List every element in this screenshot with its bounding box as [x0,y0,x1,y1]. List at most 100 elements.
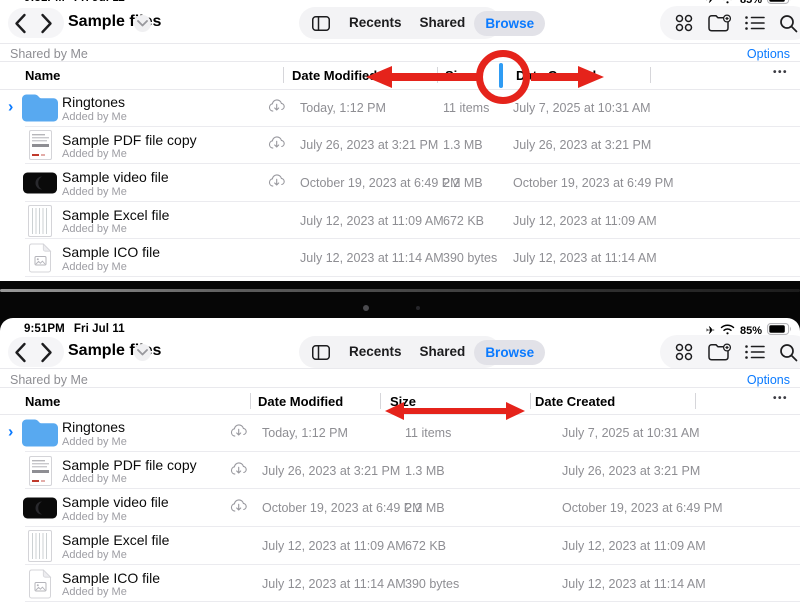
status-date: Fri Jul 11 [74,323,125,335]
more-columns-button[interactable]: ••• [773,393,788,404]
status-date: Fri Jul 11 [74,0,125,4]
options-link[interactable]: Options [747,47,790,61]
new-folder-icon[interactable] [708,14,731,33]
options-link[interactable]: Options [747,373,790,387]
file-name[interactable]: Sample PDF file copy [62,457,197,473]
date-created-cell: July 7, 2025 at 10:31 AM [562,426,700,440]
file-name[interactable]: Sample video file [62,169,169,185]
sidebar-toggle-icon[interactable] [312,16,330,31]
status-time: 9:51PM [24,323,65,335]
column-header-modified[interactable]: Date Modified [258,394,343,409]
file-subtitle: Added by Me [62,223,127,235]
table-row[interactable]: Sample Excel fileAdded by MeJuly 12, 202… [0,527,800,565]
divider-line [0,368,800,369]
cloud-download-icon[interactable] [268,136,285,155]
cloud-download-icon[interactable] [268,173,285,192]
column-divider[interactable] [283,67,284,83]
size-cell: 390 bytes [443,251,497,265]
column-header-name[interactable]: Name [25,68,60,83]
sidebar-toggle-icon[interactable] [312,345,330,360]
tab-browse[interactable]: Browse [474,340,545,365]
size-cell: 11 items [443,101,489,115]
list-view-icon[interactable] [745,15,765,31]
table-row[interactable]: Sample PDF file copyAdded by MeJuly 26, … [0,452,800,490]
table-row[interactable]: Sample video fileAdded by MeOctober 19, … [0,164,800,202]
search-icon[interactable] [779,14,798,33]
date-modified-cell: Today, 1:12 PM [262,426,348,440]
cloud-download-icon[interactable] [230,461,247,480]
tab-shared[interactable]: Shared [411,336,475,368]
annotation-arrow-right [578,66,604,88]
forward-button[interactable] [40,13,53,39]
file-subtitle: Added by Me [62,436,127,448]
file-name[interactable]: Sample PDF file copy [62,132,197,148]
column-header-name[interactable]: Name [25,394,60,409]
size-cell: 672 KB [443,214,484,228]
annotation-arrow-right-shaft [531,73,580,81]
file-name[interactable]: Sample ICO file [62,244,160,260]
file-name[interactable]: Ringtones [62,419,125,435]
file-subtitle: Added by Me [62,511,127,523]
search-icon[interactable] [779,343,798,362]
column-divider[interactable] [250,393,251,409]
file-subtitle: Added by Me [62,586,127,598]
table-row[interactable]: Sample Excel fileAdded by Me July 12, 202… [0,202,800,240]
cloud-download-icon[interactable] [230,423,247,442]
cloud-download-icon[interactable] [268,98,285,117]
file-name[interactable]: Sample Excel file [62,207,169,223]
size-cell: 672 KB [405,539,446,553]
column-header-created[interactable]: Date Created [535,394,615,409]
file-name[interactable]: Sample Excel file [62,532,169,548]
chevron-down-icon[interactable] [134,15,151,32]
table-row[interactable]: Sample ICO fileAdded by MeJuly 12, 2023 … [0,565,800,603]
files-app-before: 9:51PMFri Jul 11 ✈ 85% Sample files Rece… [0,0,800,281]
video-file-icon [21,498,59,519]
file-name[interactable]: Sample ICO file [62,570,160,586]
size-cell: 1.3 MB [405,464,445,478]
tab-recents[interactable]: Recents [340,7,411,39]
table-row[interactable]: Sample ICO fileAdded by MeJuly 12, 2023 … [0,239,800,277]
annotation-circle-drag-handle [476,50,530,104]
column-divider[interactable] [695,393,696,409]
circles-grid-icon[interactable] [674,13,694,33]
back-button[interactable] [14,13,27,39]
disclosure-chevron-icon[interactable]: › [8,99,13,115]
forward-button[interactable] [40,342,53,368]
disclosure-chevron-icon[interactable]: › [8,424,13,440]
list-view-icon[interactable] [745,344,765,360]
column-header-modified[interactable]: Date Modified [292,68,377,83]
back-button[interactable] [14,342,27,368]
circles-grid-icon[interactable] [674,342,694,362]
tab-shared[interactable]: Shared [411,7,475,39]
cloud-download-icon[interactable] [230,499,247,518]
toolbar [660,6,800,40]
ico-file-icon [21,244,59,273]
table-row[interactable]: Sample PDF file copyAdded by MeJuly 26, … [0,127,800,165]
annotation-resize-arrow-right [506,402,525,420]
new-folder-icon[interactable] [708,343,731,362]
shared-by-label: Shared by Me [10,373,88,387]
chevron-down-icon[interactable] [134,344,151,361]
date-modified-cell: July 12, 2023 at 11:09 AM [300,214,444,228]
file-name[interactable]: Sample video file [62,494,169,510]
column-divider[interactable] [650,67,651,83]
file-subtitle: Added by Me [62,111,127,123]
navigation-bar: Sample files Recents Shared Browse [0,6,800,40]
file-subtitle: Added by Me [62,186,127,198]
tab-recents[interactable]: Recents [340,336,411,368]
toolbar [660,335,800,369]
date-modified-cell: July 26, 2023 at 3:21 PM [300,138,438,152]
size-cell: 1.3 MB [443,138,483,152]
status-time: 9:51PM [24,0,65,4]
more-columns-button[interactable]: ••• [773,67,788,78]
table-row[interactable]: ›RingtonesAdded by MeToday, 1:12 PM11 it… [0,89,800,127]
size-cell: 390 bytes [405,577,459,591]
column-divider[interactable] [380,393,381,409]
folder-file-icon [21,94,59,121]
file-name[interactable]: Ringtones [62,94,125,110]
file-list: ›RingtonesAdded by MeToday, 1:12 PM11 it… [0,414,800,602]
file-subtitle: Added by Me [62,261,127,273]
column-divider[interactable] [530,393,531,409]
tab-browse[interactable]: Browse [474,11,545,36]
table-row[interactable]: Sample video fileAdded by MeOctober 19, … [0,489,800,527]
